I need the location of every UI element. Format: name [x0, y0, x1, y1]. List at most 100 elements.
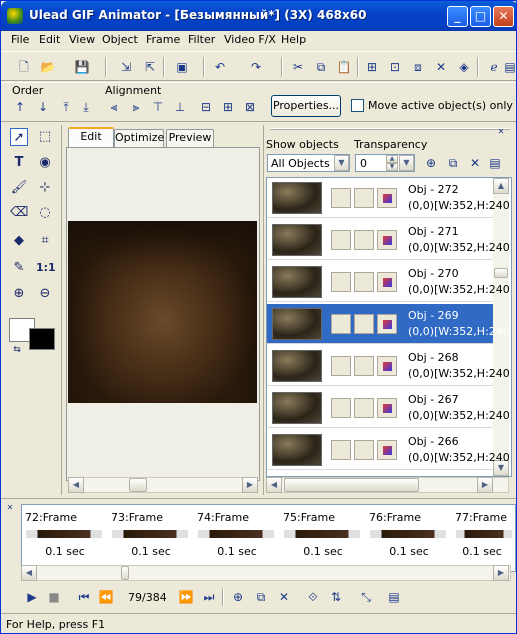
open-icon[interactable]: 📂	[39, 58, 57, 76]
next-frame-icon[interactable]: ⏩	[177, 588, 195, 606]
object-row-selected[interactable]: Obj - 269 (0,0)[W:352,H:240	[267, 304, 510, 344]
frame-scrollbar[interactable]	[21, 565, 511, 581]
object-row[interactable]: Obj - 272 (0,0)[W:352,H:240	[267, 178, 510, 218]
object-row[interactable]: Obj - 266 (0,0)[W:352,H:240	[267, 430, 510, 470]
menu-object[interactable]: Object	[102, 33, 138, 46]
object-color-icon[interactable]	[377, 188, 397, 208]
align-top-icon[interactable]: ⊤	[149, 98, 167, 116]
eyedropper-icon[interactable]: ✎	[10, 259, 28, 277]
align-left-icon[interactable]: ⫷	[105, 98, 123, 116]
maximize-button[interactable]: □	[470, 6, 491, 27]
scroll-up-icon[interactable]: ▲	[493, 178, 509, 194]
lasso-icon[interactable]: ◌	[36, 204, 54, 222]
transform-icon[interactable]: ◉	[36, 154, 54, 172]
center-horizontal-icon[interactable]: ⊟	[197, 98, 215, 116]
frame-thumbnail[interactable]: 75:Frame 0.1 sec	[280, 507, 366, 567]
add-frame-icon[interactable]: ⊕	[229, 588, 247, 606]
show-objects-select[interactable]: All Objects ▼	[267, 154, 350, 172]
transparency-input[interactable]: 0 ▲ ▼ ▼	[355, 154, 415, 172]
scroll-left-icon[interactable]: ◀	[68, 477, 84, 493]
tab-preview[interactable]: Preview	[166, 129, 214, 147]
panel-close-icon[interactable]: ✕	[496, 123, 506, 141]
object-lock-toggle[interactable]	[354, 440, 374, 460]
object-row[interactable]: Obj - 267 (0,0)[W:352,H:240	[267, 388, 510, 428]
object-row[interactable]: Obj - 270 (0,0)[W:352,H:240	[267, 262, 510, 302]
pointer-icon[interactable]: ➚	[10, 128, 28, 146]
frame-thumbnail[interactable]: 74:Frame 0.1 sec	[194, 507, 280, 567]
bring-forward-icon[interactable]: ↑	[11, 98, 29, 116]
scroll-left-icon[interactable]: ◀	[21, 565, 37, 581]
browser-preview-icon[interactable]: ℯ	[485, 58, 503, 76]
reverse-frames-icon[interactable]: ⇅	[327, 588, 345, 606]
spin-down-icon[interactable]: ▼	[386, 163, 398, 171]
copy-icon[interactable]: ⧉	[312, 58, 330, 76]
scroll-right-icon[interactable]: ▶	[493, 565, 509, 581]
delete-object-icon[interactable]: ✕	[466, 154, 484, 172]
menu-frame[interactable]: Frame	[146, 33, 180, 46]
paste-icon[interactable]: 📋	[335, 58, 353, 76]
align-bottom-icon[interactable]: ⊥	[171, 98, 189, 116]
add-object-icon[interactable]: ⊕	[422, 154, 440, 172]
scroll-left-icon[interactable]: ◀	[266, 477, 282, 493]
app-icon[interactable]	[7, 8, 23, 24]
zoom-out-icon[interactable]: ⊖	[36, 285, 54, 303]
object-color-icon[interactable]	[377, 230, 397, 250]
canvas-image[interactable]	[68, 221, 257, 403]
center-vertical-icon[interactable]: ⊞	[219, 98, 237, 116]
properties-button[interactable]: Properties...	[271, 95, 341, 117]
object-visible-toggle[interactable]	[331, 188, 351, 208]
tab-edit[interactable]: Edit	[68, 127, 114, 147]
stop-icon[interactable]: ■	[45, 588, 63, 606]
frame-thumbnail[interactable]: 72:Frame 0.1 sec	[22, 507, 108, 567]
canvas-horizontal-scrollbar[interactable]	[68, 477, 258, 493]
eraser-icon[interactable]: ⌫	[10, 204, 28, 222]
fill-bucket-icon[interactable]: ◆	[10, 232, 28, 250]
object-color-icon[interactable]	[377, 314, 397, 334]
duplicate-frame-icon[interactable]: ⧉	[252, 588, 270, 606]
close-button[interactable]: ✕	[493, 6, 514, 27]
frame-thumbnail[interactable]: 73:Frame 0.1 sec	[108, 507, 194, 567]
frame-thumbnail[interactable]: 77:Frame 0.1 sec	[452, 507, 512, 567]
last-frame-icon[interactable]: ⏭	[200, 588, 218, 606]
minimize-button[interactable]: _	[447, 6, 468, 27]
object-list-scroll-thumb[interactable]	[494, 268, 508, 278]
swap-colors-icon[interactable]: ⇆	[8, 341, 26, 359]
save-icon[interactable]: 💾	[73, 58, 91, 76]
delete-frame-icon[interactable]: ✕	[275, 588, 293, 606]
object-visible-toggle[interactable]	[331, 440, 351, 460]
zoom-in-icon[interactable]: ⊕	[10, 285, 28, 303]
canvas-scroll-thumb[interactable]	[129, 478, 147, 492]
foreground-color-swatch[interactable]	[29, 328, 55, 350]
menu-edit[interactable]: Edit	[39, 33, 60, 46]
scroll-right-icon[interactable]: ▶	[242, 477, 258, 493]
object-visible-toggle[interactable]	[331, 272, 351, 292]
object-row[interactable]: Obj - 268 (0,0)[W:352,H:240	[267, 346, 510, 386]
duplicate-object-icon[interactable]: ⧉	[444, 154, 462, 172]
menu-view[interactable]: View	[69, 33, 95, 46]
object-visible-toggle[interactable]	[331, 356, 351, 376]
redo-icon[interactable]: ↷	[247, 58, 265, 76]
object-color-icon[interactable]	[377, 272, 397, 292]
magic-wand-icon[interactable]: ⊹	[36, 179, 54, 197]
add-image-icon[interactable]: ▣	[173, 58, 191, 76]
chevron-down-icon[interactable]: ▼	[334, 155, 349, 171]
delete-icon[interactable]: ✕	[432, 58, 450, 76]
brush-icon[interactable]: 🖌	[10, 179, 28, 197]
crop-frames-icon[interactable]: ⤡	[357, 588, 375, 606]
resize-icon[interactable]: ⊡	[386, 58, 404, 76]
menu-video-fx[interactable]: Video F/X	[224, 33, 276, 46]
send-backward-icon[interactable]: ↓	[34, 98, 52, 116]
object-lock-toggle[interactable]	[354, 398, 374, 418]
object-visible-toggle[interactable]	[331, 398, 351, 418]
object-visible-toggle[interactable]	[331, 314, 351, 334]
object-lock-toggle[interactable]	[354, 272, 374, 292]
import-icon[interactable]: ⇲	[117, 58, 135, 76]
center-both-icon[interactable]: ⊠	[241, 98, 259, 116]
frame-panel-close-icon[interactable]: ✕	[5, 499, 15, 517]
frame-thumbnail[interactable]: 76:Frame 0.1 sec	[366, 507, 452, 567]
title-bar[interactable]: Ulead GIF Animator - [Безымянный*] (3X) …	[1, 1, 516, 31]
scroll-right-icon[interactable]: ▶	[477, 477, 493, 493]
send-to-back-icon[interactable]: ⤓	[77, 98, 95, 116]
object-row[interactable]: Obj - 271 (0,0)[W:352,H:240	[267, 220, 510, 260]
object-visible-toggle[interactable]	[331, 230, 351, 250]
